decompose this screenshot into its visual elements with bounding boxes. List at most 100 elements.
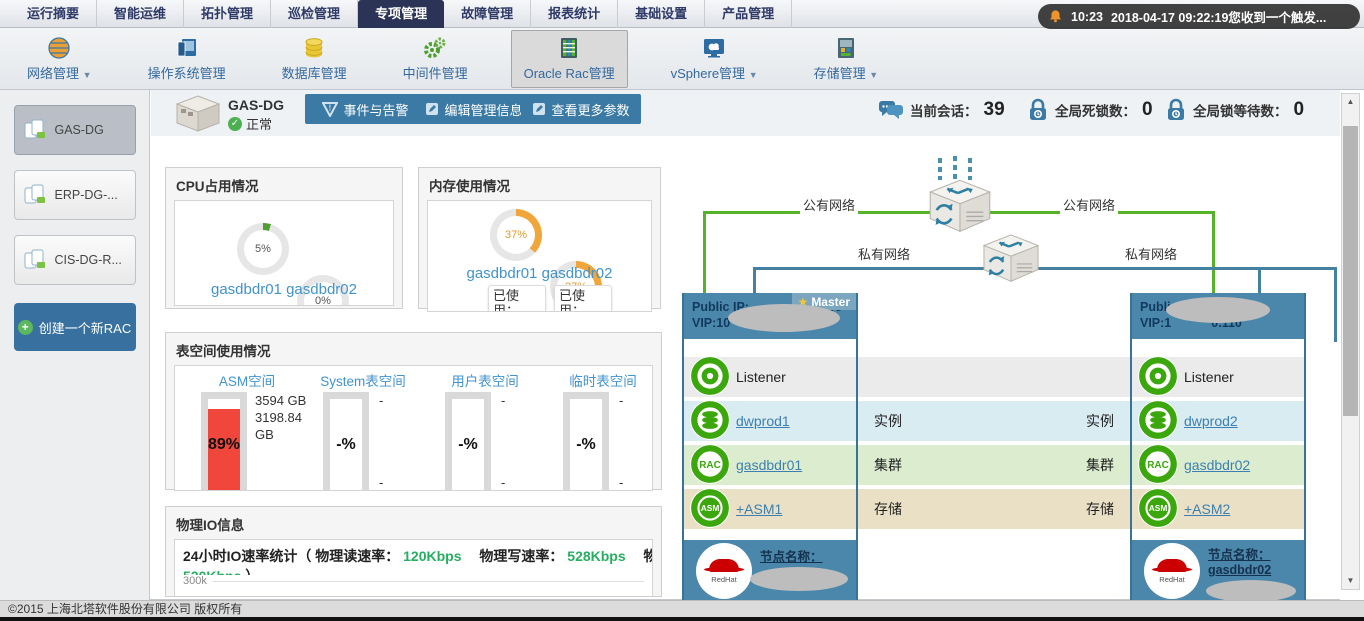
user-tablespace-link[interactable]: 用户表空间 — [427, 370, 543, 390]
view-more-params-button[interactable]: 查看更多参数 — [521, 94, 641, 124]
tab-basic-settings[interactable]: 基础设置 — [618, 0, 705, 28]
sidebar-item-label: GAS-DG — [55, 123, 104, 137]
system-tablespace-link[interactable]: System表空间 — [305, 370, 421, 390]
edit-mgmt-info-button[interactable]: 编辑管理信息 — [409, 94, 539, 124]
public-network-label-left: 公有网络 — [800, 195, 858, 214]
middle-row-storage: 存储存储 — [858, 489, 1130, 529]
listener-row[interactable]: Listener — [1132, 357, 1304, 397]
sidebar-item-gas-dg[interactable]: GAS-DG — [14, 105, 136, 155]
cluster-status: ✓ 正常 — [228, 114, 272, 133]
vsphere-icon — [702, 36, 726, 60]
toolbar-item-os[interactable]: 操作系统管理 — [135, 30, 239, 88]
os-icon — [175, 36, 199, 60]
node-link[interactable]: gasdbdr01 — [211, 281, 282, 298]
tab-inspection[interactable]: 巡检管理 — [271, 0, 358, 28]
middle-row-cluster: 集群集群 — [858, 445, 1130, 485]
io-y-axis-label: 300k — [183, 575, 207, 587]
events-alerts-button[interactable]: ! 事件与告警 — [305, 94, 426, 124]
bottom-black-bar — [0, 617, 1364, 621]
rac-cluster-icon — [22, 117, 48, 143]
cluster-node-link[interactable]: gasdbdr01 — [736, 457, 802, 473]
io-read-rate: 120Kbps — [403, 548, 461, 564]
node-name-link[interactable]: 节点名称： — [760, 550, 823, 565]
public-network-drop-right — [1212, 211, 1215, 293]
toolbar-item-storage[interactable]: 存储管理 ▼ — [801, 30, 892, 88]
tab-smart-ops[interactable]: 智能运维 — [97, 0, 184, 28]
node-name-value[interactable]: gasdbdr02 — [1208, 563, 1271, 578]
svg-text:RAC: RAC — [1147, 460, 1169, 471]
svg-text:ASM: ASM — [1149, 503, 1168, 513]
tablespace-usage-panel: 表空间使用情况 ASM空间 89% 3594 GB 3198.84 GB Sys… — [165, 332, 662, 490]
asm-badge-icon: ASM — [1137, 487, 1179, 529]
sidebar-item-cis-dg[interactable]: CIS-DG-R... — [14, 235, 136, 285]
tab-fault-mgmt[interactable]: 故障管理 — [444, 0, 531, 28]
io-rate-summary: 24小时IO速率统计（ 物理读速率： 120Kbps 物理写速率： 528Kbp… — [183, 546, 644, 566]
tab-run-summary[interactable]: 运行摘要 — [10, 0, 97, 28]
cluster-row[interactable]: RAC gasdbdr01 — [684, 445, 856, 485]
cluster-name: GAS-DG — [228, 97, 284, 113]
node-link[interactable]: gasdbdr02 — [542, 265, 613, 282]
tab-special-mgmt[interactable]: 专项管理 — [358, 0, 444, 28]
temp-tablespace-link[interactable]: 临时表空间 — [545, 370, 653, 390]
node-name-link[interactable]: 节点名称： — [1208, 548, 1271, 563]
toolbar-item-middleware[interactable]: 中间件管理 — [390, 30, 481, 88]
database-icon — [302, 36, 326, 60]
listener-row[interactable]: Listener — [684, 357, 856, 397]
cluster-node-link[interactable]: gasdbdr02 — [1184, 457, 1250, 473]
toolbar-item-vsphere[interactable]: vSphere管理 ▼ — [658, 30, 771, 88]
vertical-scrollbar[interactable]: ▲ ▼ — [1341, 93, 1360, 590]
cluster-row[interactable]: RAC gasdbdr02 — [1132, 445, 1304, 485]
scroll-up-arrow[interactable]: ▲ — [1342, 94, 1359, 110]
io-write-rate: 528Kbps — [567, 548, 625, 564]
storage-row[interactable]: ASM +ASM2 — [1132, 489, 1304, 529]
copyright-footer: ©2015 上海北塔软件股份有限公司 版权所有 — [0, 600, 1364, 617]
node-link[interactable]: gasdbdr01 — [467, 265, 538, 282]
public-switch-icon — [926, 178, 994, 240]
toolbar-item-oracle-rac[interactable]: Oracle Rac管理 — [511, 30, 628, 88]
cpu-usage-panel: CPU占用情况 5% 0% gasdbdr01 gasdbdr02 — [165, 167, 403, 309]
tab-product-mgmt[interactable]: 产品管理 — [705, 0, 792, 28]
edit-icon — [425, 102, 439, 116]
notification-toast[interactable]: 10:23 2018-04-17 09:22:19您收到一个触发... — [1038, 4, 1360, 29]
global-deadlocks-stat: 全局死锁数： 0 — [1027, 98, 1153, 122]
memory-usage-panel: 内存使用情况 37% 37% gasdbdr01 gasdbdr02 已使用： … — [418, 167, 661, 309]
scroll-down-arrow[interactable]: ▼ — [1342, 573, 1359, 589]
alert-icon: ! — [322, 102, 338, 117]
storage-row[interactable]: ASM +ASM1 — [684, 489, 856, 529]
instance-link[interactable]: dwprod2 — [1184, 413, 1238, 429]
asm-space-link[interactable]: ASM空间 — [189, 370, 305, 390]
view-more-params-label: 查看更多参数 — [551, 100, 629, 119]
create-new-rac-button[interactable]: + 创建一个新RAC — [14, 303, 136, 351]
asm-badge-icon: ASM — [689, 487, 731, 529]
global-deadlocks-label: 全局死锁数： — [1055, 100, 1136, 120]
node-header-right: Public IP: VIP:10.110 — [1132, 293, 1304, 339]
system-total: - — [379, 392, 441, 409]
tablespace-col-user: 用户表空间 -% - - — [427, 370, 543, 390]
middle-row-listener — [858, 357, 1130, 397]
svg-text:RAC: RAC — [699, 460, 721, 471]
tab-report-stats[interactable]: 报表统计 — [531, 0, 618, 28]
module-toolbar: 网络管理 ▼ 操作系统管理 数据库管理 中间件管理 Oracle Rac管理 v… — [0, 28, 1364, 90]
rac-badge-icon: RAC — [689, 443, 731, 485]
scrollbar-thumb[interactable] — [1343, 126, 1358, 416]
instance-link[interactable]: dwprod1 — [736, 413, 790, 429]
instance-row[interactable]: dwprod1 — [684, 401, 856, 441]
sidebar-item-erp-dg[interactable]: ERP-DG-... — [14, 170, 136, 220]
tab-topology[interactable]: 拓扑管理 — [184, 0, 271, 28]
middleware-gear-icon — [423, 36, 447, 60]
toolbar-item-database[interactable]: 数据库管理 — [269, 30, 360, 88]
sessions-icon — [878, 98, 904, 122]
toolbar-item-label: 中间件管理 — [403, 63, 468, 82]
sidebar-item-label: CIS-DG-R... — [55, 253, 122, 267]
rac-list-sidebar: GAS-DG ERP-DG-... CIS-DG-R... + 创建一个新RAC — [0, 90, 150, 600]
asm-link[interactable]: +ASM2 — [1184, 501, 1230, 517]
temp-usage-bar: -% — [563, 392, 609, 491]
redacted-ip-blob — [1166, 297, 1270, 323]
asm-link[interactable]: +ASM1 — [736, 501, 782, 517]
status-ok-icon: ✓ — [228, 117, 242, 131]
toolbar-item-network[interactable]: 网络管理 ▼ — [14, 30, 105, 88]
storage-icon — [834, 36, 858, 60]
private-network-drop-panel — [1258, 267, 1261, 293]
instance-row[interactable]: dwprod2 — [1132, 401, 1304, 441]
node-link[interactable]: gasdbdr02 — [286, 281, 357, 298]
